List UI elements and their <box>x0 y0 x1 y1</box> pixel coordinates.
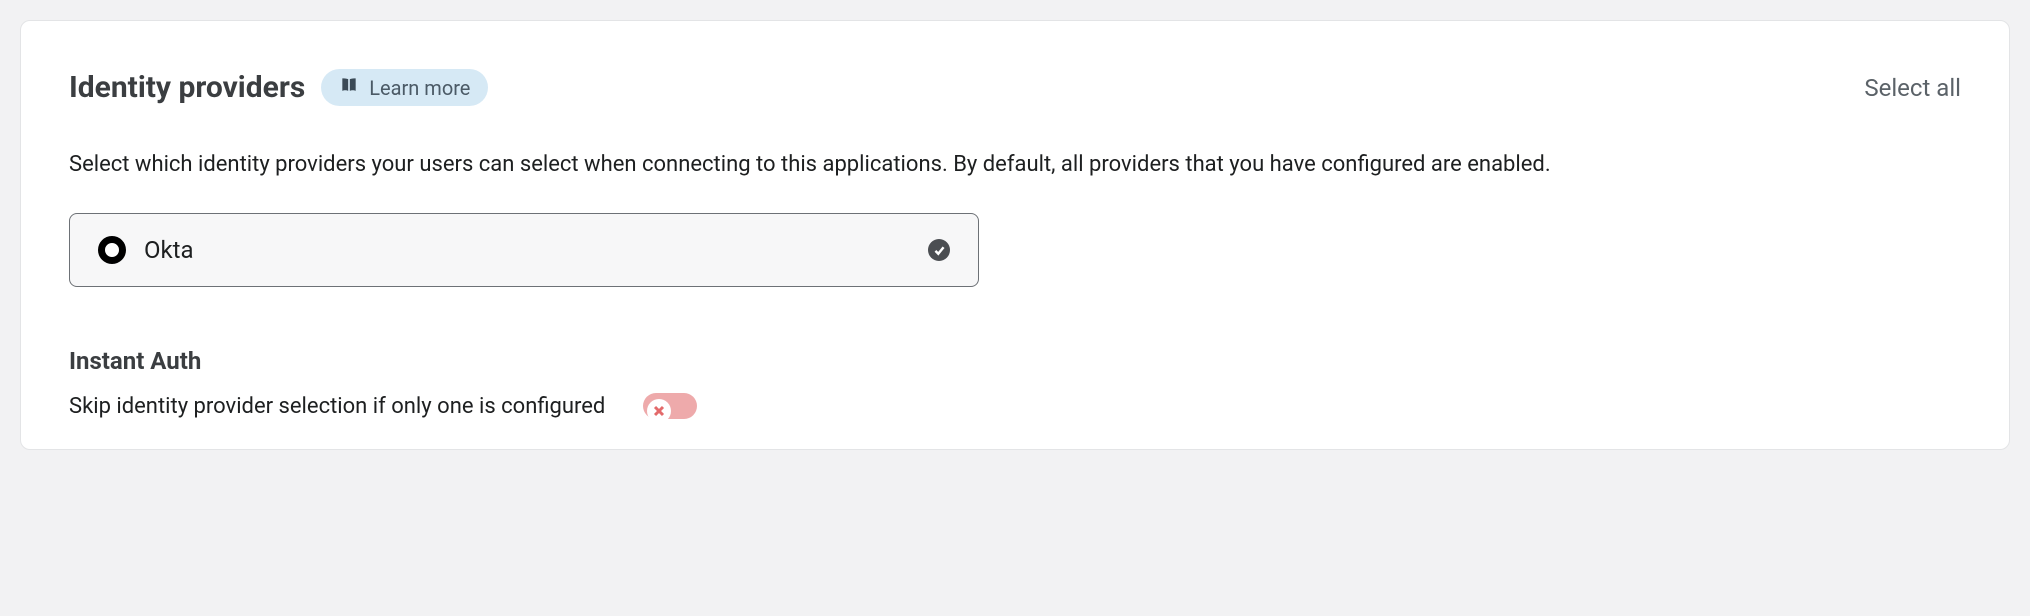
instant-auth-row: Skip identity provider selection if only… <box>69 393 1961 419</box>
section-description: Select which identity providers your use… <box>69 148 1961 181</box>
section-title: Identity providers <box>69 70 305 105</box>
x-icon <box>653 402 665 421</box>
toggle-knob <box>647 399 671 423</box>
instant-auth-description: Skip identity provider selection if only… <box>69 394 605 419</box>
header-row: Identity providers Learn more Select all <box>69 69 1961 106</box>
header-left: Identity providers Learn more <box>69 69 488 106</box>
provider-okta-card[interactable]: Okta <box>69 213 979 287</box>
book-icon <box>339 75 359 100</box>
okta-icon <box>98 236 126 264</box>
select-all-link[interactable]: Select all <box>1864 74 1961 102</box>
checkmark-icon <box>928 239 950 261</box>
learn-more-label: Learn more <box>369 76 470 100</box>
learn-more-link[interactable]: Learn more <box>321 69 488 106</box>
identity-providers-card: Identity providers Learn more Select all… <box>20 20 2010 450</box>
provider-left: Okta <box>98 236 194 264</box>
instant-auth-toggle[interactable] <box>643 393 697 419</box>
provider-label: Okta <box>144 236 194 264</box>
instant-auth-title: Instant Auth <box>69 347 1961 375</box>
